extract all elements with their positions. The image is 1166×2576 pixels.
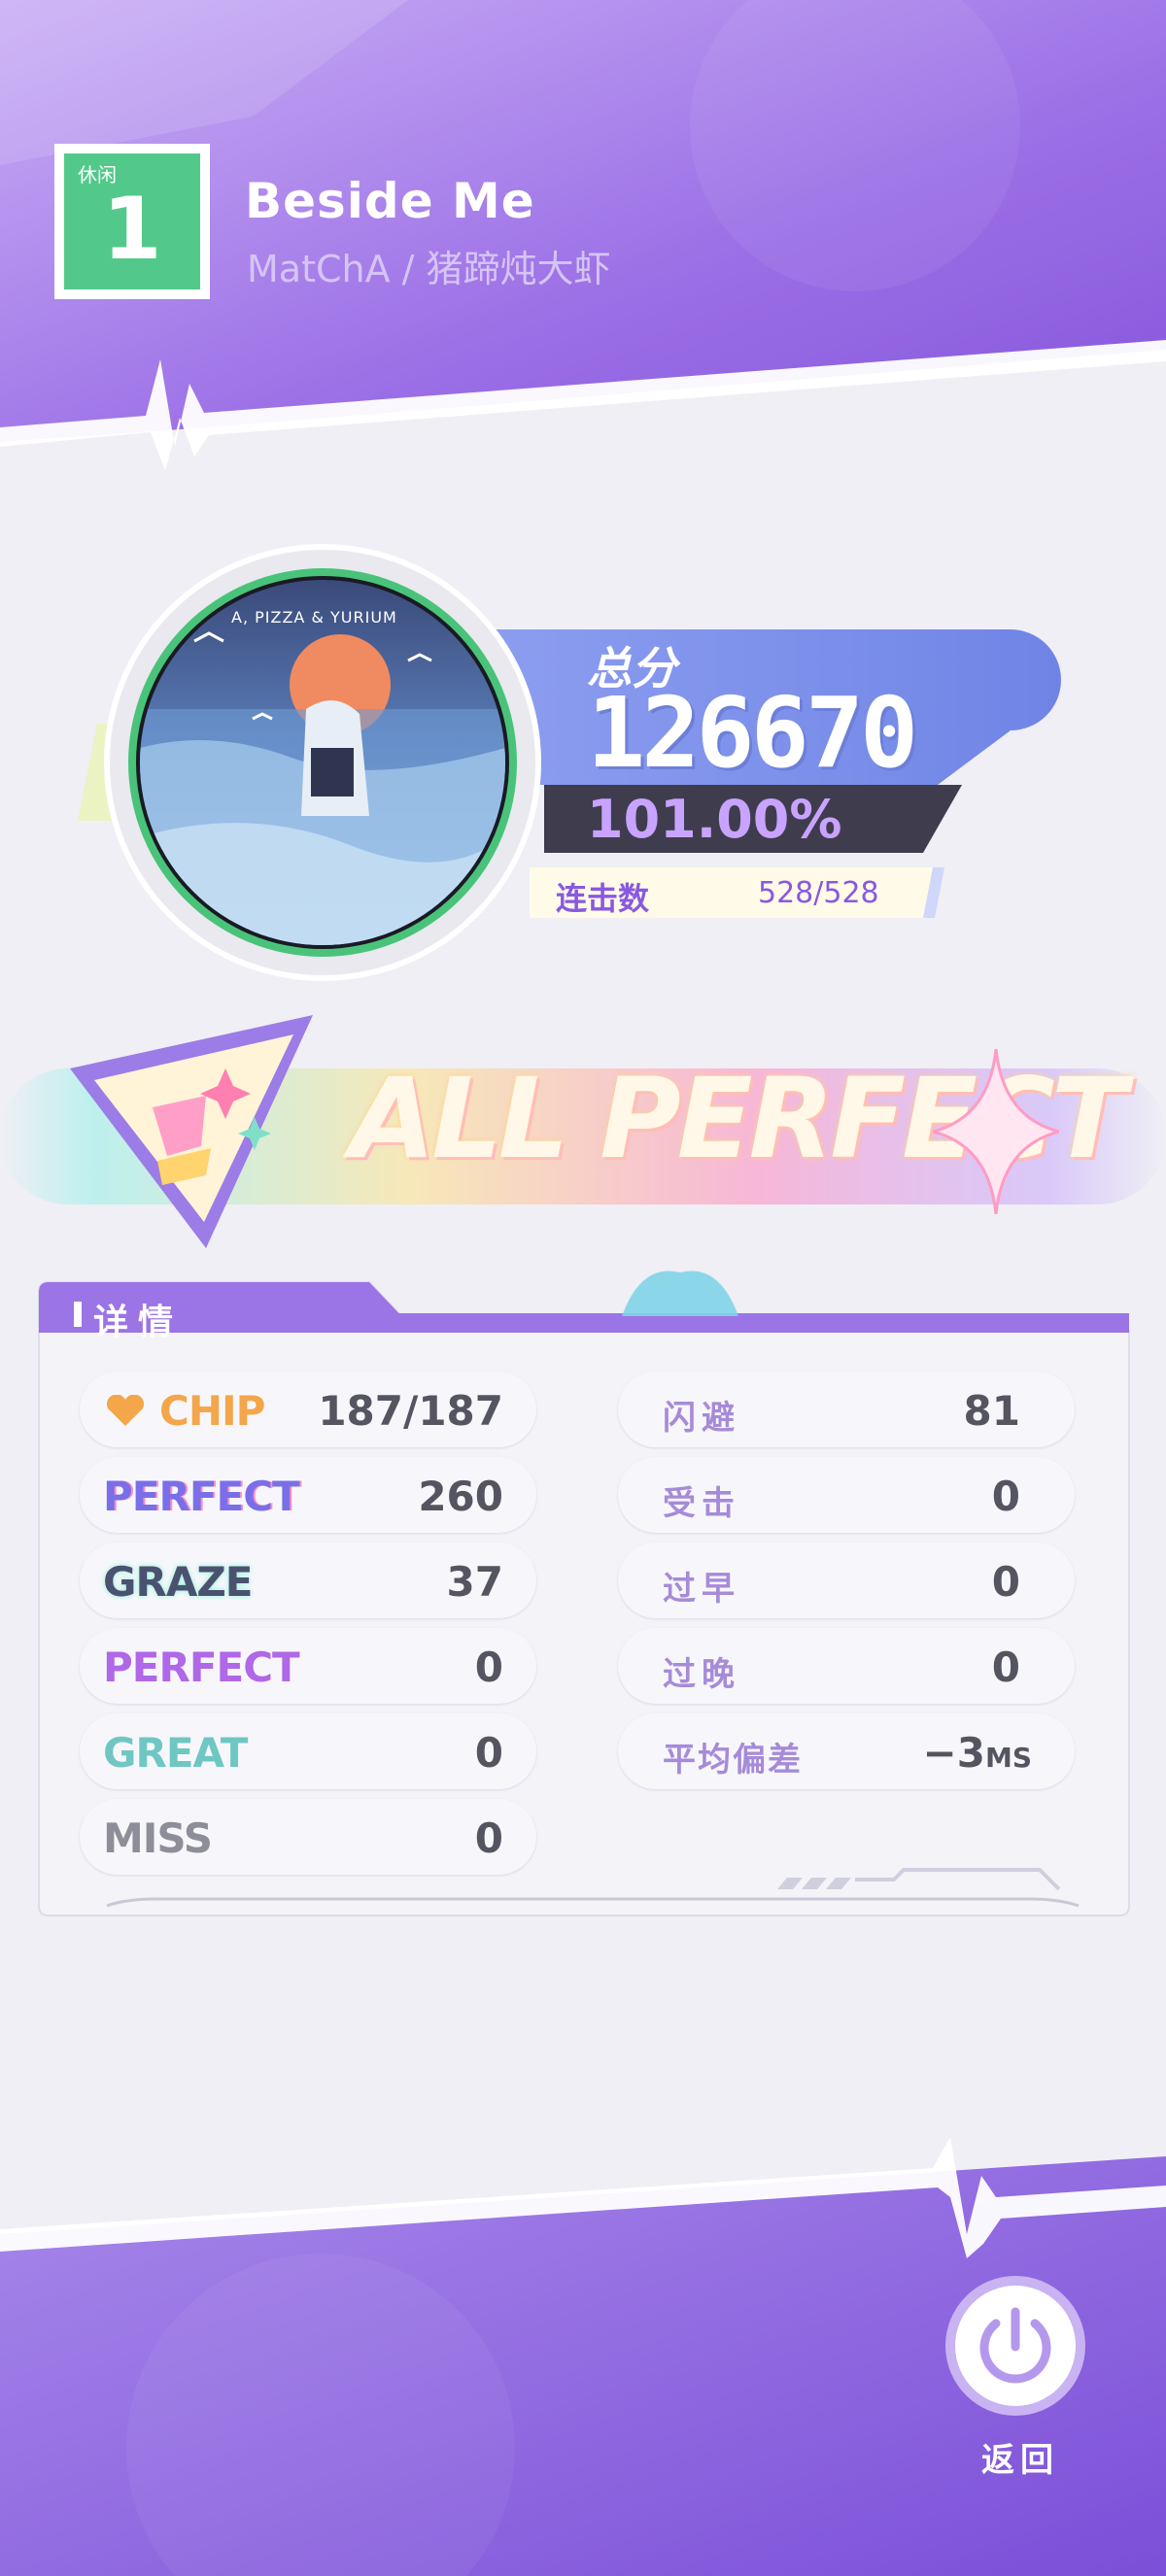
stat-row-perfect-rainbow: PERFECT 260 <box>80 1457 536 1533</box>
stat-row-great: GREAT 0 <box>80 1713 536 1789</box>
stat-row-early: 过早 0 <box>618 1542 1075 1618</box>
difficulty-badge-fill: 休闲 1 <box>64 153 200 289</box>
stat-row-late: 过晚 0 <box>618 1628 1075 1704</box>
stat-value: 187/187 <box>318 1387 503 1435</box>
difficulty-level: 1 <box>102 179 162 279</box>
stat-value: 0 <box>991 1644 1020 1691</box>
stat-value: 0 <box>474 1729 503 1777</box>
stat-value: 0 <box>474 1644 503 1691</box>
avg-offset-unit: MS <box>984 1742 1032 1774</box>
stat-value: 81 <box>963 1387 1020 1435</box>
stat-label: MISS <box>103 1814 213 1862</box>
difficulty-badge: 休闲 1 <box>54 144 210 299</box>
sparkle-icon <box>933 1049 1059 1214</box>
background <box>0 0 1166 2576</box>
combo-value: 528/528 <box>758 876 879 910</box>
combo-label: 连击数 <box>556 880 650 917</box>
avg-offset-number: −3 <box>922 1729 985 1777</box>
back-button[interactable] <box>943 2273 1088 2419</box>
details-tab[interactable]: 详情 <box>93 1294 183 1344</box>
stat-label: 受击 <box>663 1484 740 1523</box>
stat-label: 过晚 <box>663 1655 740 1694</box>
stat-value: 37 <box>446 1558 503 1606</box>
stat-label: PERFECT <box>103 1644 300 1691</box>
back-label[interactable]: 返回 <box>972 2433 1069 2481</box>
stat-value: −3MS <box>923 1729 1032 1777</box>
stat-row-avg-offset: 平均偏差 −3MS <box>618 1713 1075 1789</box>
song-artist: MatChA / 猪蹄炖大虾 <box>247 248 611 290</box>
stat-label: 过早 <box>663 1570 740 1609</box>
score-value: 126670 <box>587 676 918 790</box>
stat-label: CHIP <box>159 1387 265 1435</box>
stat-label: 闪避 <box>663 1399 740 1438</box>
stat-row-perfect: PERFECT 0 <box>80 1628 536 1704</box>
stat-value: 260 <box>418 1473 503 1520</box>
jacket-caption: A, PIZZA & YURIUM <box>231 608 397 627</box>
stat-row-graze: GRAZE 37 <box>80 1542 536 1618</box>
accuracy-value: 101.00% <box>587 789 842 850</box>
stat-row-hit: 受击 0 <box>618 1457 1075 1533</box>
rank-emblem-icon <box>70 1015 313 1248</box>
stat-row-dodge: 闪避 81 <box>618 1372 1075 1447</box>
heart-icon <box>106 1395 145 1426</box>
stat-label: GREAT <box>103 1729 248 1777</box>
stat-value: 0 <box>474 1814 503 1862</box>
stat-value: 0 <box>991 1558 1020 1606</box>
stat-label: GRAZE <box>103 1558 253 1606</box>
stat-row-miss: MISS 0 <box>80 1799 536 1875</box>
stat-row-chip: CHIP 187/187 <box>80 1372 536 1447</box>
stat-value: 0 <box>991 1473 1020 1520</box>
song-title: Beside Me <box>245 173 535 229</box>
stat-label: 平均偏差 <box>663 1741 803 1779</box>
stat-label: PERFECT <box>103 1473 300 1520</box>
